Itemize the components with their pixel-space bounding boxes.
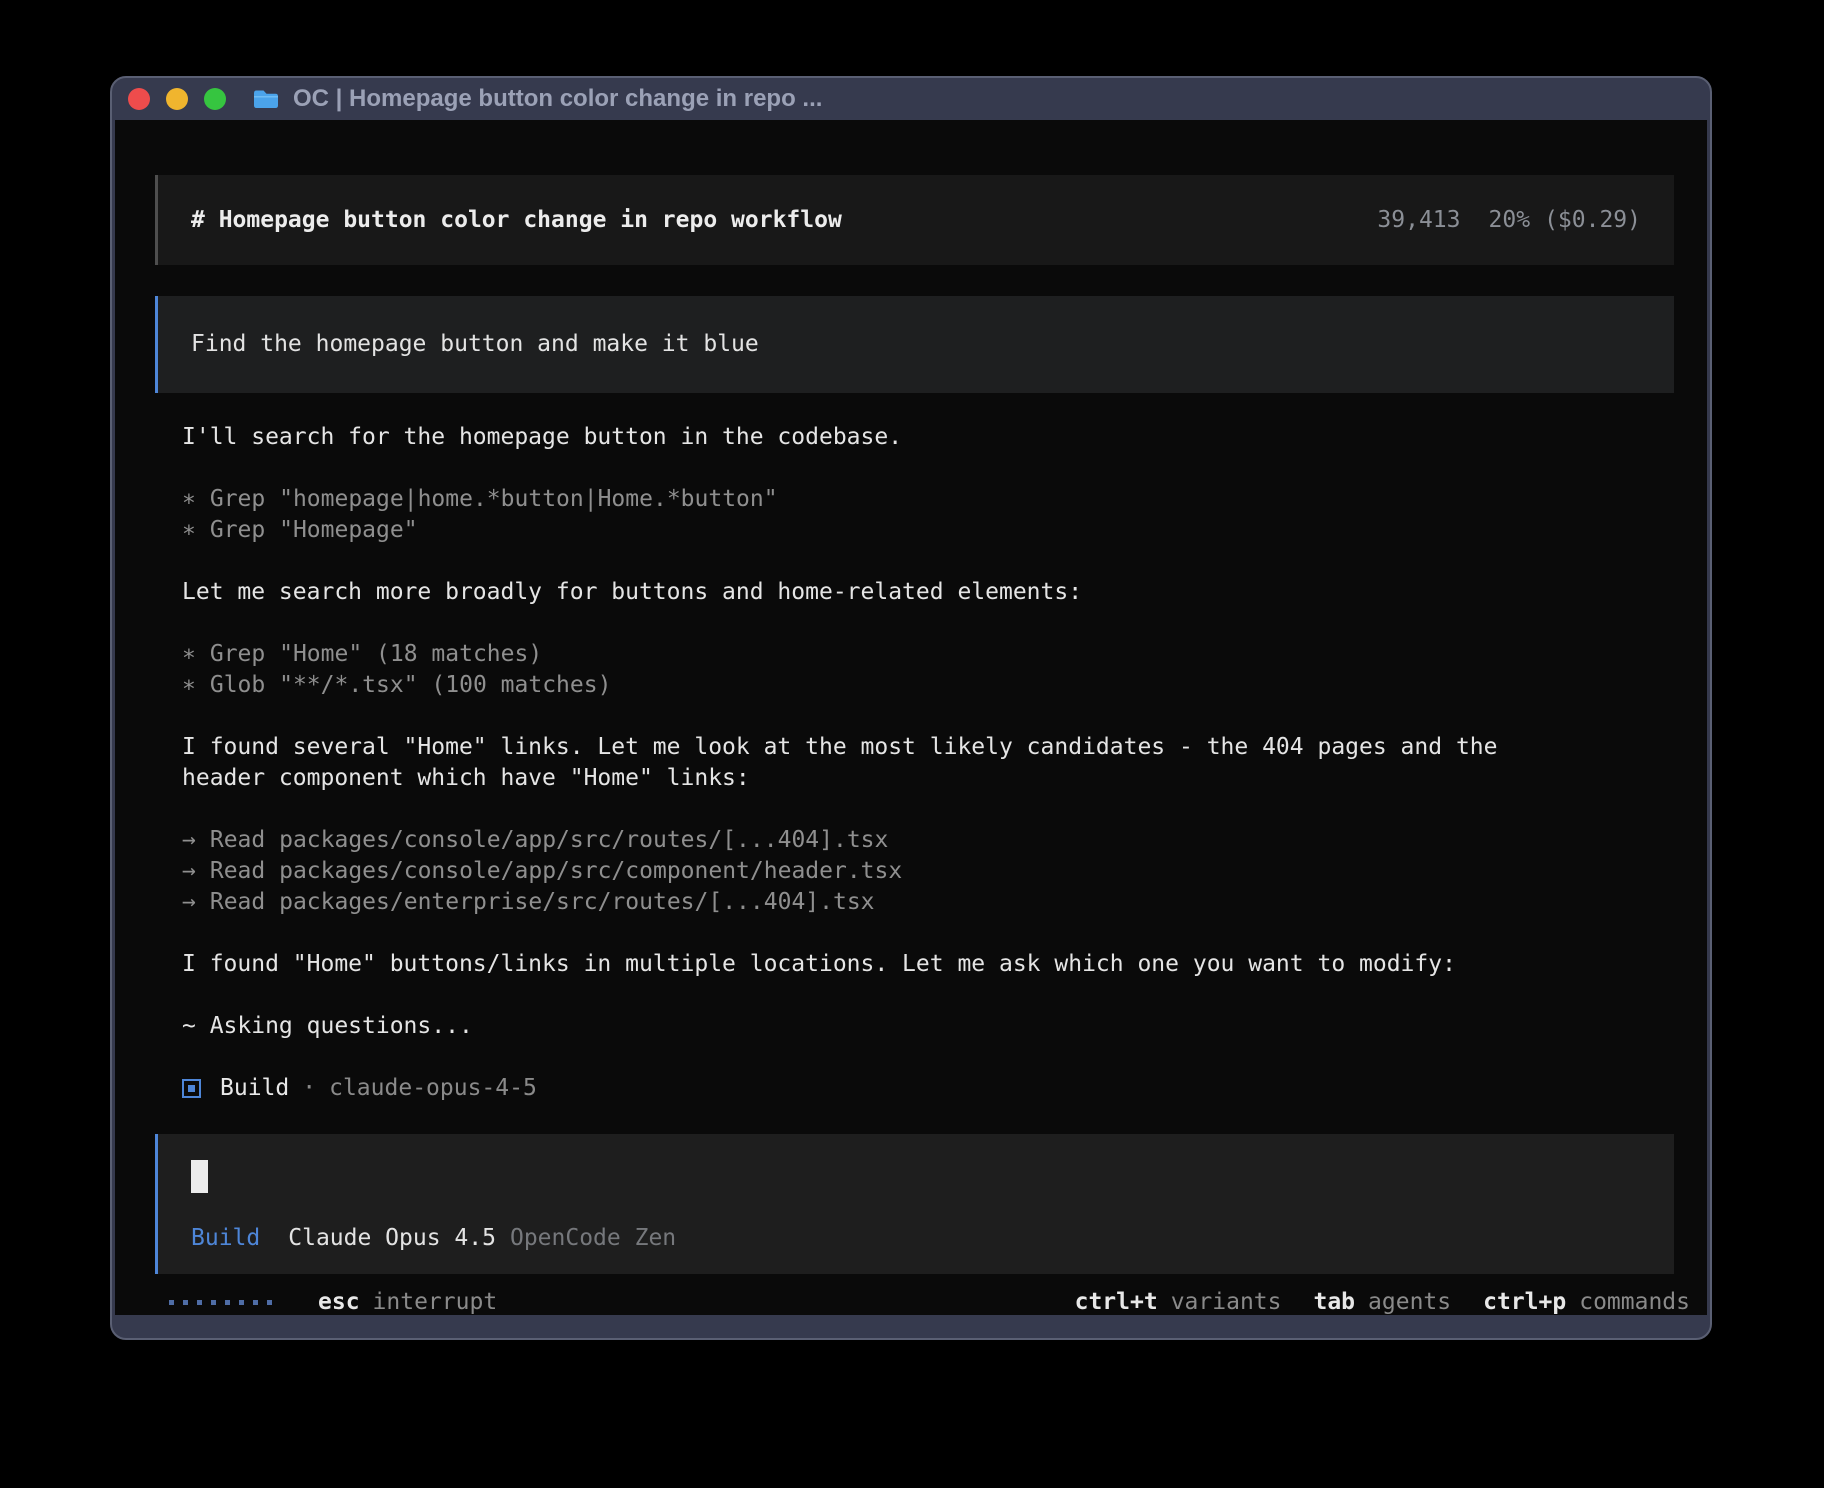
tool-call-line: ∗ Grep "homepage|home.*button|Home.*butto… xyxy=(182,484,1674,515)
maximize-button[interactable] xyxy=(204,88,226,110)
key-hint-key: ctrl+t xyxy=(1075,1287,1158,1318)
agent-separator: · xyxy=(302,1073,316,1104)
tool-call-label: Glob "**/*.tsx" (100 matches) xyxy=(210,672,612,698)
read-file-label: Read packages/console/app/src/component/… xyxy=(210,858,902,884)
titlebar[interactable]: OC | Homepage button color change in rep… xyxy=(112,78,1710,120)
key-hint-key: ctrl+p xyxy=(1483,1287,1566,1318)
user-message-text: Find the homepage button and make it blu… xyxy=(191,329,759,360)
key-hint-label: agents xyxy=(1368,1287,1451,1318)
token-count: 39,413 xyxy=(1377,207,1460,233)
status-line: ~ Asking questions... xyxy=(182,1011,1674,1042)
read-file-line: → Read packages/console/app/src/component… xyxy=(182,856,1674,887)
asterisk-icon: ∗ xyxy=(182,486,196,512)
input-cursor xyxy=(191,1160,208,1193)
read-file-line: → Read packages/console/app/src/routes/[.… xyxy=(182,825,1674,856)
terminal-window: OC | Homepage button color change in rep… xyxy=(110,76,1712,1340)
context-percent: 20% xyxy=(1489,207,1531,233)
key-hint: tab agents xyxy=(1313,1287,1451,1318)
minimize-button[interactable] xyxy=(166,88,188,110)
mode-label[interactable]: Build xyxy=(191,1223,260,1254)
spinner-dot xyxy=(183,1300,188,1305)
assistant-output: I'll search for the homepage button in t… xyxy=(182,422,1674,1104)
model-label[interactable]: Claude Opus 4.5 xyxy=(288,1223,496,1254)
tool-call-line: ∗ Glob "**/*.tsx" (100 matches) xyxy=(182,670,1674,701)
window-controls xyxy=(128,88,226,110)
status-bar-left: esc interrupt xyxy=(169,1287,497,1318)
esc-key-hint: esc xyxy=(318,1287,360,1318)
user-message: Find the homepage button and make it blu… xyxy=(155,296,1674,393)
session-header: # Homepage button color change in repo w… xyxy=(155,175,1674,265)
spinner-dot xyxy=(225,1300,230,1305)
key-hint: ctrl+t variants xyxy=(1075,1287,1282,1318)
assistant-paragraph: I found "Home" buttons/links in multiple… xyxy=(182,949,1674,980)
status-bar: esc interrupt ctrl+t variants tab agents… xyxy=(169,1287,1690,1318)
assistant-paragraph: I found several "Home" links. Let me loo… xyxy=(182,732,1674,763)
spinner-dot xyxy=(197,1300,202,1305)
folder-icon xyxy=(252,88,280,110)
spinner-dot xyxy=(267,1300,272,1305)
tool-call-label: Grep "Homepage" xyxy=(210,517,418,543)
arrow-right-icon: → xyxy=(182,889,196,915)
read-file-label: Read packages/enterprise/src/routes/[...… xyxy=(210,889,875,915)
key-hint-label: commands xyxy=(1579,1287,1690,1318)
session-title: # Homepage button color change in repo w… xyxy=(191,205,842,236)
assistant-paragraph: I'll search for the homepage button in t… xyxy=(182,422,1674,453)
title-group: OC | Homepage button color change in rep… xyxy=(252,85,822,113)
esc-key-label: interrupt xyxy=(373,1287,498,1318)
read-file-line: → Read packages/enterprise/src/routes/[..… xyxy=(182,887,1674,918)
key-hint-key: tab xyxy=(1313,1287,1355,1318)
provider-label: OpenCode Zen xyxy=(510,1223,676,1254)
spinner-dots xyxy=(169,1300,272,1305)
session-stats: 39,413 20% ($0.29) xyxy=(1377,205,1641,236)
tool-call-line: ∗ Grep "Homepage" xyxy=(182,515,1674,546)
spinner-dot xyxy=(253,1300,258,1305)
asterisk-icon: ∗ xyxy=(182,672,196,698)
session-cost: ($0.29) xyxy=(1544,207,1641,233)
asterisk-icon: ∗ xyxy=(182,517,196,543)
spinner-dot xyxy=(169,1300,174,1305)
window-title: OC | Homepage button color change in rep… xyxy=(293,85,822,113)
prompt-input[interactable]: Build Claude Opus 4.5 OpenCode Zen xyxy=(155,1134,1674,1274)
close-button[interactable] xyxy=(128,88,150,110)
terminal-content: # Homepage button color change in repo w… xyxy=(115,120,1707,1315)
spinner-dot xyxy=(211,1300,216,1305)
asterisk-icon: ∗ xyxy=(182,641,196,667)
status-bar-hints: ctrl+t variants tab agents ctrl+p comman… xyxy=(1075,1287,1690,1318)
agent-icon xyxy=(182,1079,201,1098)
key-hint: ctrl+p commands xyxy=(1483,1287,1690,1318)
key-hint-label: variants xyxy=(1171,1287,1282,1318)
arrow-right-icon: → xyxy=(182,858,196,884)
agent-name: Build xyxy=(220,1073,289,1104)
tool-call-label: Grep "homepage|home.*button|Home.*button… xyxy=(210,486,778,512)
read-file-label: Read packages/console/app/src/routes/[..… xyxy=(210,827,889,853)
agent-model: claude-opus-4-5 xyxy=(329,1073,537,1104)
arrow-right-icon: → xyxy=(182,827,196,853)
assistant-paragraph: Let me search more broadly for buttons a… xyxy=(182,577,1674,608)
tool-call-label: Grep "Home" (18 matches) xyxy=(210,641,542,667)
input-status-row: Build Claude Opus 4.5 OpenCode Zen xyxy=(191,1223,1641,1254)
tool-call-line: ∗ Grep "Home" (18 matches) xyxy=(182,639,1674,670)
agent-badge: Build · claude-opus-4-5 xyxy=(182,1073,1674,1104)
spinner-dot xyxy=(239,1300,244,1305)
assistant-paragraph: header component which have "Home" links… xyxy=(182,763,1674,794)
